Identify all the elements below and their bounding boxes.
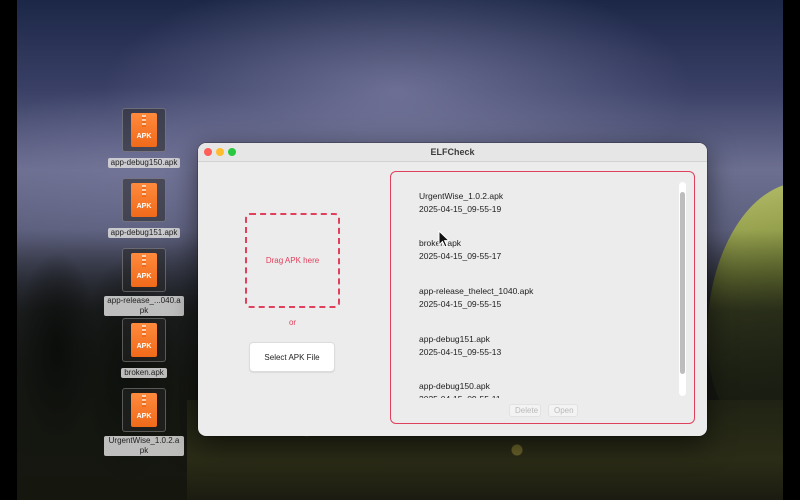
desktop-file-app-release[interactable]: APK app-release_...040.apk — [104, 248, 184, 318]
apk-badge: APK — [136, 202, 152, 210]
select-apk-file-button[interactable]: Select APK File — [249, 342, 335, 372]
apk-file-icon: APK — [122, 108, 166, 152]
file-name: broken.apk — [419, 237, 659, 250]
apk-file-icon: APK — [122, 178, 166, 222]
desktop-file-label: UrgentWise_1.0.2.apk — [104, 436, 184, 456]
desktop-file-label: app-release_...040.apk — [104, 296, 184, 316]
file-name: app-release_thelect_1040.apk — [419, 286, 534, 296]
file-date: 2025-04-15_09-55-11 — [419, 393, 659, 398]
file-name: UrgentWise_1.0.2.apk — [419, 191, 504, 201]
file-date: 2025-04-15_09-55-15 — [419, 299, 502, 309]
file-list-scroll-area[interactable]: UrgentWise_1.0.2.apk 2025-04-15_09-55-19… — [391, 172, 681, 398]
list-item[interactable]: app-release_thelect_1040.apk 2025-04-15_… — [419, 285, 659, 311]
list-scrollbar[interactable] — [679, 182, 686, 396]
open-button[interactable]: Open — [548, 404, 578, 417]
list-item[interactable]: app-debug150.apk 2025-04-15_09-55-11 — [419, 380, 659, 398]
list-item[interactable]: app-debug151.apk 2025-04-15_09-55-13 — [419, 333, 659, 359]
elfcheck-window: ELFCheck Drag APK here or Select APK Fil… — [198, 143, 707, 436]
scrollbar-thumb[interactable] — [680, 192, 685, 374]
apk-drop-zone[interactable]: Drag APK here — [245, 213, 340, 308]
apk-file-icon: APK — [122, 388, 166, 432]
apk-file-icon: APK — [122, 318, 166, 362]
file-history-list: UrgentWise_1.0.2.apk 2025-04-15_09-55-19… — [390, 171, 695, 424]
file-date: 2025-04-15_09-55-17 — [419, 251, 502, 261]
window-titlebar[interactable]: ELFCheck — [198, 143, 707, 162]
desktop-file-label: broken.apk — [121, 368, 167, 378]
delete-button[interactable]: Delete — [509, 404, 541, 417]
desktop-file-label: app-debug151.apk — [107, 228, 181, 238]
desktop-screen: APK app-debug150.apk APK app-debug151.ap… — [0, 0, 800, 500]
list-item[interactable]: broken.apk 2025-04-15_09-55-17 — [419, 237, 659, 263]
mouse-pointer-icon — [438, 230, 450, 248]
file-name: app-debug151.apk — [419, 334, 490, 344]
drop-zone-label: Drag APK here — [265, 256, 320, 265]
apk-file-icon: APK — [122, 248, 166, 292]
apk-badge: APK — [136, 132, 152, 140]
list-item[interactable]: UrgentWise_1.0.2.apk 2025-04-15_09-55-19 — [419, 190, 659, 216]
apk-badge: APK — [136, 412, 152, 420]
desktop-file-label: app-debug150.apk — [107, 158, 181, 168]
desktop-file-broken[interactable]: APK broken.apk — [104, 318, 184, 380]
apk-badge: APK — [136, 342, 152, 350]
file-name: app-debug150.apk — [419, 381, 490, 391]
apk-badge: APK — [136, 272, 152, 280]
or-separator: or — [288, 318, 297, 327]
window-title: ELFCheck — [430, 147, 475, 157]
desktop-file-urgentwise[interactable]: APK UrgentWise_1.0.2.apk — [104, 388, 184, 458]
file-date: 2025-04-15_09-55-13 — [419, 347, 502, 357]
desktop-file-app-debug151[interactable]: APK app-debug151.apk — [104, 178, 184, 240]
desktop-file-app-debug150[interactable]: APK app-debug150.apk — [104, 108, 184, 170]
file-date: 2025-04-15_09-55-19 — [419, 204, 502, 214]
